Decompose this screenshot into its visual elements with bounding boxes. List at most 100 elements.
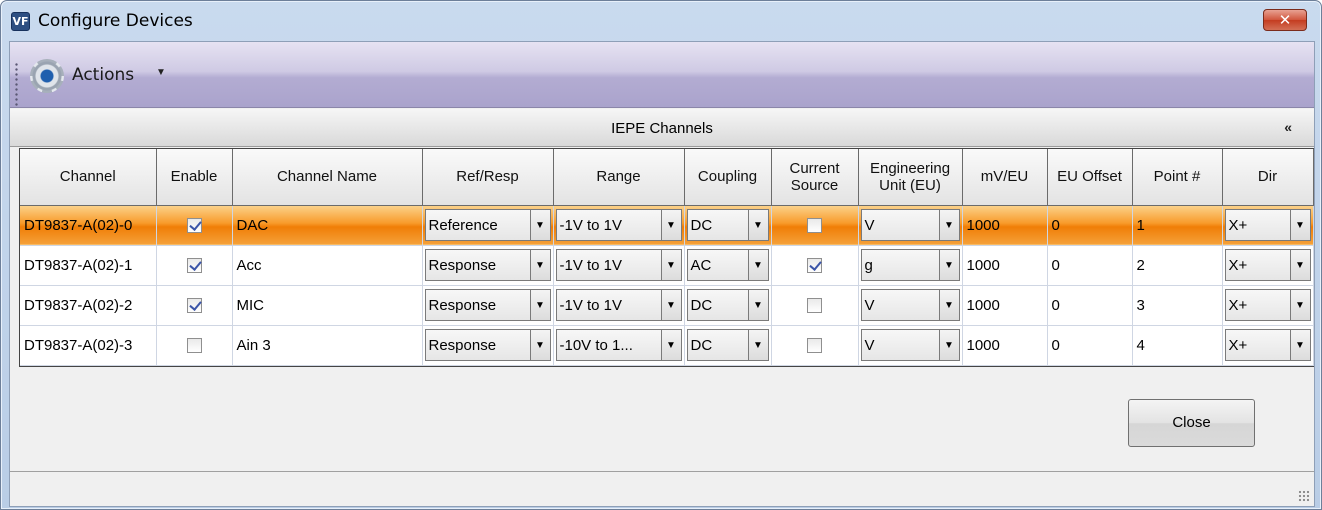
- grid-cell[interactable]: MIC: [232, 285, 423, 326]
- grid-cell[interactable]: 2: [1132, 245, 1223, 286]
- grid-cell[interactable]: 0: [1047, 285, 1133, 326]
- grid-cell[interactable]: DT9837-A(02)-0: [20, 205, 157, 246]
- ref-resp-select-value: Response: [428, 336, 497, 354]
- column-header[interactable]: Channel Name: [232, 149, 423, 206]
- ref-resp-select[interactable]: Response ▼: [424, 329, 551, 361]
- range-select-value: -10V to 1...: [559, 336, 633, 354]
- eu-select[interactable]: V ▼: [860, 289, 960, 321]
- chevron-down-icon[interactable]: ▼: [529, 330, 550, 360]
- resize-grip-icon[interactable]: [1298, 490, 1310, 502]
- grid-cell[interactable]: 1000: [962, 285, 1048, 326]
- dir-select[interactable]: X+ ▼: [1224, 209, 1311, 241]
- range-select[interactable]: -10V to 1... ▼: [555, 329, 682, 361]
- chevron-down-icon[interactable]: ▼: [1289, 210, 1310, 240]
- chevron-down-icon[interactable]: ▼: [747, 250, 768, 280]
- column-header[interactable]: EU Offset: [1047, 149, 1133, 206]
- current-source-checkbox[interactable]: [807, 298, 822, 314]
- chevron-down-icon[interactable]: ▼: [660, 330, 681, 360]
- column-header[interactable]: Channel: [20, 149, 157, 206]
- chevron-down-icon[interactable]: ▼: [660, 290, 681, 320]
- coupling-select[interactable]: DC ▼: [686, 209, 769, 241]
- grid-cell: DC ▼: [684, 205, 772, 246]
- eu-select[interactable]: V ▼: [860, 329, 960, 361]
- dir-select[interactable]: X+ ▼: [1224, 249, 1311, 281]
- grid-cell: [771, 285, 859, 326]
- column-header[interactable]: Ref/Resp: [422, 149, 554, 206]
- range-select[interactable]: -1V to 1V ▼: [555, 289, 682, 321]
- eu-select[interactable]: V ▼: [860, 209, 960, 241]
- chevron-down-icon[interactable]: ▼: [747, 330, 768, 360]
- column-header[interactable]: Enable: [156, 149, 233, 206]
- grid-cell[interactable]: 0: [1047, 205, 1133, 246]
- table-row[interactable]: DT9837-A(02)-2 MIC Response ▼ -1V to 1V ▼ DC ▼ V…: [20, 285, 1314, 326]
- table-row[interactable]: DT9837-A(02)-0 DAC Reference ▼ -1V to 1V ▼ DC ▼…: [20, 205, 1314, 246]
- dir-select[interactable]: X+ ▼: [1224, 289, 1311, 321]
- coupling-select[interactable]: AC ▼: [686, 249, 769, 281]
- chevron-down-icon[interactable]: ▼: [938, 250, 959, 280]
- toolbar-grip[interactable]: [15, 62, 18, 106]
- enable-checkbox[interactable]: [186, 218, 202, 234]
- enable-checkbox[interactable]: [186, 258, 202, 274]
- grid-cell[interactable]: 3: [1132, 285, 1223, 326]
- eu-select[interactable]: g ▼: [860, 249, 960, 281]
- grid-cell[interactable]: 1000: [962, 205, 1048, 246]
- title-bar[interactable]: VF Configure Devices ✕: [1, 1, 1321, 41]
- range-select[interactable]: -1V to 1V ▼: [555, 249, 682, 281]
- chevron-down-icon[interactable]: ▼: [660, 210, 681, 240]
- column-header[interactable]: Current Source: [771, 149, 859, 206]
- coupling-select-value: DC: [690, 296, 713, 314]
- table-row[interactable]: DT9837-A(02)-1 Acc Response ▼ -1V to 1V ▼ AC ▼ g…: [20, 245, 1314, 286]
- grid-cell[interactable]: 4: [1132, 325, 1223, 366]
- grid-cell[interactable]: DAC: [232, 205, 423, 246]
- chevron-down-icon[interactable]: ▼: [1289, 250, 1310, 280]
- column-header[interactable]: Dir: [1222, 149, 1314, 206]
- current-source-checkbox[interactable]: [807, 218, 822, 234]
- channels-table: Channel Enable Channel Name Ref/Resp Range Co…: [20, 149, 1314, 366]
- chevron-down-icon[interactable]: ▼: [938, 210, 959, 240]
- ref-resp-select[interactable]: Response ▼: [424, 249, 551, 281]
- grid-cell[interactable]: Acc: [232, 245, 423, 286]
- enable-checkbox[interactable]: [186, 298, 202, 314]
- grid-cell[interactable]: 0: [1047, 245, 1133, 286]
- eu-select-value: V: [864, 216, 875, 234]
- grid-cell[interactable]: Ain 3: [232, 325, 423, 366]
- window-close-button[interactable]: ✕: [1263, 9, 1307, 31]
- grid-cell[interactable]: 1000: [962, 245, 1048, 286]
- close-button[interactable]: Close: [1128, 399, 1255, 447]
- coupling-select[interactable]: DC ▼: [686, 289, 769, 321]
- ref-resp-select[interactable]: Reference ▼: [424, 209, 551, 241]
- column-header[interactable]: mV/EU: [962, 149, 1048, 206]
- coupling-select[interactable]: DC ▼: [686, 329, 769, 361]
- grid-cell[interactable]: DT9837-A(02)-1: [20, 245, 157, 286]
- collapse-icon[interactable]: «: [1284, 119, 1292, 135]
- grid-cell[interactable]: DT9837-A(02)-3: [20, 325, 157, 366]
- range-select[interactable]: -1V to 1V ▼: [555, 209, 682, 241]
- chevron-down-icon[interactable]: ▼: [529, 290, 550, 320]
- enable-checkbox[interactable]: [186, 338, 202, 354]
- chevron-down-icon[interactable]: ▼: [747, 290, 768, 320]
- chevron-down-icon[interactable]: ▼: [938, 290, 959, 320]
- chevron-down-icon[interactable]: ▼: [529, 210, 550, 240]
- chevron-down-icon[interactable]: ▼: [938, 330, 959, 360]
- actions-menu-button[interactable]: Actions ▼: [30, 59, 170, 93]
- table-row[interactable]: DT9837-A(02)-3 Ain 3 Response ▼ -10V to 1...…: [20, 325, 1314, 366]
- chevron-down-icon[interactable]: ▼: [1289, 290, 1310, 320]
- grid-cell[interactable]: 1: [1132, 205, 1223, 246]
- column-header[interactable]: Point #: [1132, 149, 1223, 206]
- chevron-down-icon[interactable]: ▼: [529, 250, 550, 280]
- chevron-down-icon[interactable]: ▼: [660, 250, 681, 280]
- column-header[interactable]: Coupling: [684, 149, 772, 206]
- chevron-down-icon[interactable]: ▼: [1289, 330, 1310, 360]
- grid-cell[interactable]: 1000: [962, 325, 1048, 366]
- grid-cell[interactable]: DT9837-A(02)-2: [20, 285, 157, 326]
- dir-select-value: X+: [1228, 296, 1248, 314]
- grid-cell[interactable]: 0: [1047, 325, 1133, 366]
- range-select-value: -1V to 1V: [559, 296, 623, 314]
- column-header[interactable]: Range: [553, 149, 685, 206]
- column-header[interactable]: Engineering Unit (EU): [858, 149, 963, 206]
- current-source-checkbox[interactable]: [807, 338, 822, 354]
- dir-select[interactable]: X+ ▼: [1224, 329, 1311, 361]
- current-source-checkbox[interactable]: [807, 258, 822, 274]
- ref-resp-select[interactable]: Response ▼: [424, 289, 551, 321]
- chevron-down-icon[interactable]: ▼: [747, 210, 768, 240]
